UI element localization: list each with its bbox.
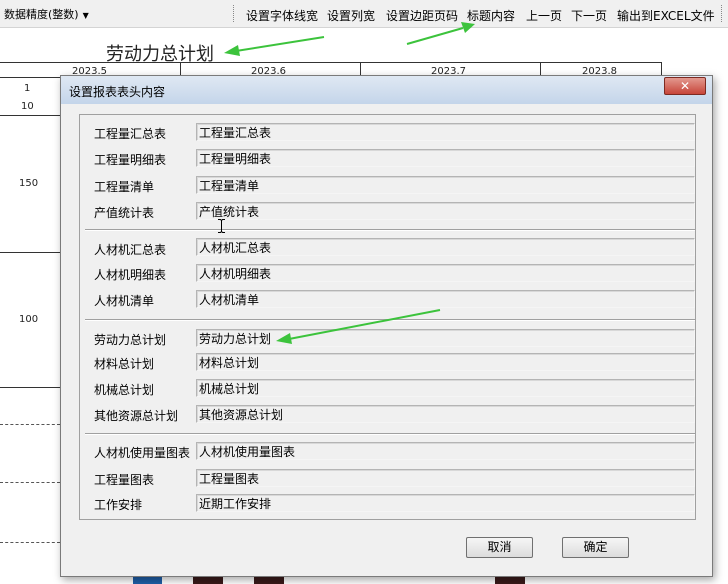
label-resource-usage-chart: 人材机使用量图表 bbox=[94, 446, 191, 460]
label-engineering-detail: 工程量明细表 bbox=[94, 153, 167, 167]
label-resource-list: 人材机清单 bbox=[94, 294, 155, 308]
toolbar-separator bbox=[233, 5, 234, 22]
prev-page-button[interactable]: 上一页 bbox=[526, 7, 562, 24]
arrow-icon bbox=[224, 36, 325, 56]
set-column-width-button[interactable]: 设置列宽 bbox=[327, 7, 375, 24]
grid-line bbox=[0, 387, 60, 388]
input-machine-plan[interactable] bbox=[196, 379, 695, 397]
group-divider bbox=[85, 433, 695, 435]
label-other-resource-plan: 其他资源总计划 bbox=[94, 409, 179, 423]
grid-dashed-line bbox=[0, 424, 60, 425]
input-work-schedule[interactable] bbox=[196, 494, 695, 512]
grid-line bbox=[0, 115, 60, 116]
input-engineering-chart[interactable] bbox=[196, 469, 695, 487]
label-resource-detail: 人材机明细表 bbox=[94, 268, 167, 282]
chevron-down-icon: ▼ bbox=[82, 11, 89, 20]
label-machine-plan: 机械总计划 bbox=[94, 383, 155, 397]
label-engineering-summary: 工程量汇总表 bbox=[94, 127, 167, 141]
ok-button[interactable]: 确定 bbox=[562, 537, 629, 558]
set-font-linewidth-button[interactable]: 设置字体线宽 bbox=[246, 7, 318, 24]
next-page-button[interactable]: 下一页 bbox=[571, 7, 607, 24]
label-resource-summary: 人材机汇总表 bbox=[94, 243, 167, 257]
grid-dashed-line bbox=[0, 482, 60, 483]
cancel-button[interactable]: 取消 bbox=[466, 537, 533, 558]
title-content-button[interactable]: 标题内容 bbox=[467, 7, 515, 24]
label-engineering-chart: 工程量图表 bbox=[94, 473, 155, 487]
row-value: 1 bbox=[24, 83, 31, 94]
grid-dashed-line bbox=[0, 542, 60, 543]
input-engineering-list[interactable] bbox=[196, 176, 695, 194]
dialog-titlebar[interactable]: 设置报表表头内容 ✕ bbox=[61, 76, 712, 104]
input-material-plan[interactable] bbox=[196, 353, 695, 371]
input-resource-usage-chart[interactable] bbox=[196, 442, 695, 460]
set-margin-pagenum-button[interactable]: 设置边距页码 bbox=[386, 7, 458, 24]
row-value: 10 bbox=[21, 101, 34, 112]
label-work-schedule: 工作安排 bbox=[94, 498, 143, 512]
header-content-dialog: 设置报表表头内容 ✕ 工程量汇总表 工程量明细表 工程量清单 产值统计表 人材机… bbox=[60, 75, 713, 577]
label-engineering-list: 工程量清单 bbox=[94, 180, 155, 194]
toolbar-separator bbox=[721, 5, 722, 22]
input-resource-list[interactable] bbox=[196, 290, 695, 308]
dialog-title: 设置报表表头内容 bbox=[69, 85, 166, 99]
export-excel-button[interactable]: 输出到EXCEL文件 bbox=[617, 7, 715, 24]
precision-select[interactable]: 数据精度(整数) ▼ bbox=[4, 6, 89, 22]
row-value: 100 bbox=[19, 314, 39, 325]
input-labor-plan[interactable] bbox=[196, 329, 695, 347]
group-divider bbox=[85, 229, 695, 231]
toolbar: 数据精度(整数) ▼ 设置字体线宽 设置列宽 设置边距页码 标题内容 上一页 下一… bbox=[0, 0, 728, 28]
label-labor-plan: 劳动力总计划 bbox=[94, 333, 167, 347]
label-output-stats: 产值统计表 bbox=[94, 206, 155, 220]
app-window: 数据精度(整数) ▼ 设置字体线宽 设置列宽 设置边距页码 标题内容 上一页 下一… bbox=[0, 0, 728, 584]
grid-line bbox=[0, 252, 60, 253]
input-resource-summary[interactable] bbox=[196, 238, 695, 256]
input-engineering-summary[interactable] bbox=[196, 123, 695, 141]
text-cursor-icon bbox=[218, 219, 225, 233]
input-output-stats[interactable] bbox=[196, 202, 695, 220]
row-value: 150 bbox=[19, 178, 39, 189]
grid-line bbox=[0, 62, 662, 63]
group-divider bbox=[85, 319, 695, 321]
input-resource-detail[interactable] bbox=[196, 264, 695, 282]
close-icon[interactable]: ✕ bbox=[664, 77, 706, 95]
precision-select-value: 数据精度(整数) bbox=[4, 8, 79, 21]
input-engineering-detail[interactable] bbox=[196, 149, 695, 167]
input-other-resource-plan[interactable] bbox=[196, 405, 695, 423]
label-material-plan: 材料总计划 bbox=[94, 357, 155, 371]
